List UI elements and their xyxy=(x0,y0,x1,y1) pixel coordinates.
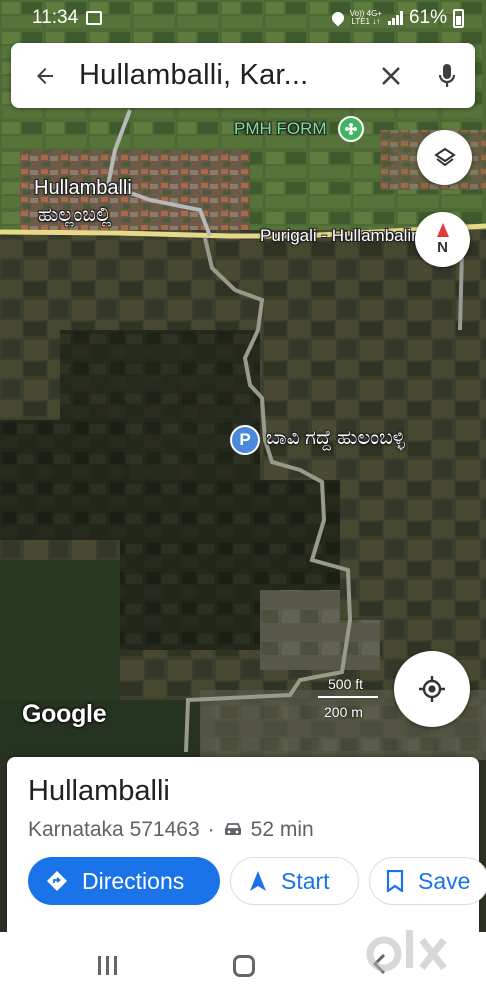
place-title: Hullamballi xyxy=(28,775,170,807)
microphone-icon[interactable] xyxy=(419,43,475,108)
place-label[interactable]: ಬಾವಿ ಗದ್ದೆ ಹುಲಂಬಳ್ಳಿ xyxy=(266,427,405,450)
village-label-kannada: ಹುಲ್ಲಂಬಲ್ಲಿ xyxy=(38,204,112,226)
status-bar: 11:34 Vo)) 4G+ LTE1 ↓↑ 61% xyxy=(0,0,486,36)
search-input[interactable]: Hullamballi, Kar... xyxy=(79,59,363,92)
olx-watermark xyxy=(364,920,454,985)
satellite-map-imagery xyxy=(0,0,486,760)
recents-icon[interactable] xyxy=(98,956,117,975)
compass-needle-icon xyxy=(436,223,449,237)
network-bottom: LTE1 ↓↑ xyxy=(351,17,381,26)
directions-button[interactable]: Directions xyxy=(28,857,220,905)
search-bar[interactable]: Hullamballi, Kar... xyxy=(11,43,475,108)
drive-time: 52 min xyxy=(250,818,314,841)
navigation-arrow-icon xyxy=(249,870,267,892)
save-label: Save xyxy=(418,867,471,894)
compass-button[interactable]: N xyxy=(415,212,470,267)
battery-percent: 61% xyxy=(408,7,447,28)
layers-button[interactable] xyxy=(417,130,472,185)
place-bottom-sheet[interactable]: Hullamballi Karnataka 571463 · 52 min Di… xyxy=(7,757,486,932)
location-icon xyxy=(329,9,347,27)
battery-icon xyxy=(453,8,464,28)
flower-icon[interactable] xyxy=(338,116,364,142)
crosshair-icon xyxy=(419,676,445,702)
start-label: Start xyxy=(281,867,330,894)
start-button[interactable]: Start xyxy=(230,857,359,905)
back-arrow-icon[interactable] xyxy=(11,43,79,108)
signal-icon xyxy=(387,11,403,25)
map-scale: 500 ft 200 m xyxy=(318,676,380,720)
car-icon xyxy=(223,822,243,838)
google-logo: Google xyxy=(22,700,107,728)
satellite-map[interactable] xyxy=(0,0,486,760)
place-address: Karnataka 571463 xyxy=(28,818,200,841)
scale-feet: 500 ft xyxy=(328,676,364,692)
directions-icon xyxy=(46,870,68,892)
parking-icon[interactable]: P xyxy=(230,425,260,455)
save-button[interactable]: Save xyxy=(369,857,486,905)
close-icon[interactable] xyxy=(363,43,419,108)
village-label: Hullamballi xyxy=(34,177,132,199)
home-icon[interactable] xyxy=(233,955,255,977)
road-label: Purigali - Hullambalim xyxy=(260,226,426,245)
scale-meters: 200 m xyxy=(324,704,363,720)
place-subtitle: Karnataka 571463 · 52 min xyxy=(28,818,314,842)
scale-line xyxy=(318,696,378,698)
action-buttons: Directions Start Save xyxy=(28,857,486,905)
farm-poi-label[interactable]: PMH FORM xyxy=(234,119,327,139)
directions-label: Directions xyxy=(82,867,185,894)
compass-letter: N xyxy=(437,239,448,256)
my-location-button[interactable] xyxy=(394,651,470,727)
bookmark-icon xyxy=(386,870,404,892)
gallery-notification-icon xyxy=(86,11,103,25)
network-indicator: Vo)) 4G+ LTE1 ↓↑ xyxy=(350,10,382,26)
status-time: 11:34 xyxy=(32,7,79,28)
separator-dot: · xyxy=(207,818,215,841)
layers-icon xyxy=(433,147,456,166)
